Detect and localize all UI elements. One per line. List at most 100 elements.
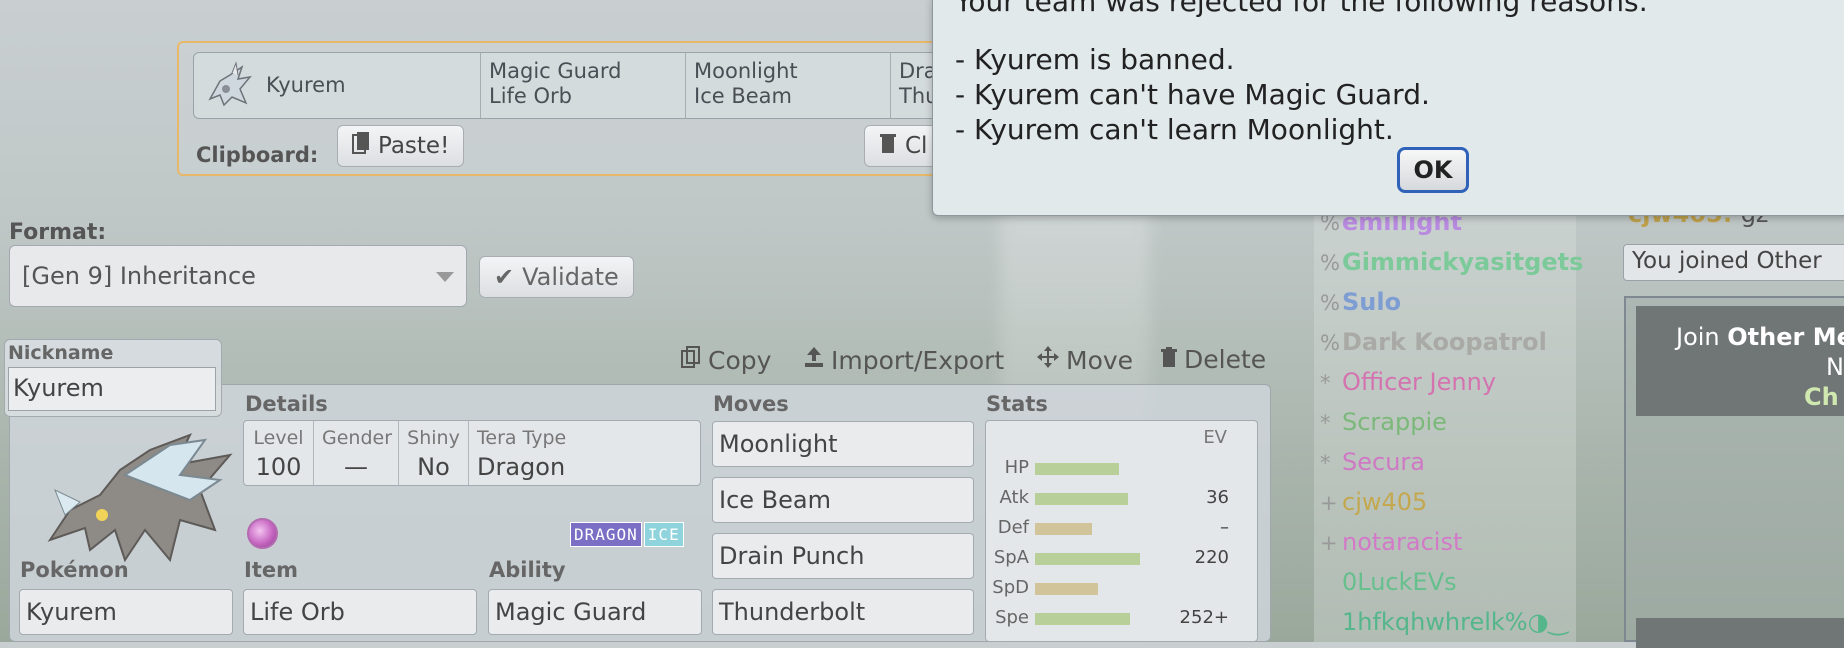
paste-button-label: Paste! [378,133,450,159]
trash-icon [1160,345,1178,374]
move-4-input[interactable]: Thunderbolt [712,589,974,635]
user-list-item[interactable]: * Officer Jenny [1320,368,1496,396]
type-dragon-badge: DRAGON [570,522,642,547]
moves-label: Moves [713,392,789,416]
shiny-cell: Shiny No [399,421,469,485]
move-2-input[interactable]: Ice Beam [712,477,974,523]
clipboard-set-row[interactable]: Kyurem Magic Guard Life Orb Moonlight Ic… [193,52,1003,119]
nickname-input[interactable]: Kyurem [8,367,216,411]
room-intro-box: Join Other Me N Ch [1624,296,1844,648]
user-list-item[interactable]: %Dark Koopatrol [1320,328,1547,356]
user-rank: * [1320,371,1331,395]
format-label: Format: [9,220,107,245]
user-rank: + [1320,531,1338,555]
life-orb-icon [247,518,278,549]
user-name: Gimmickyasitgets [1342,248,1584,276]
level-label: Level [253,427,304,449]
user-rank: % [1320,331,1340,355]
user-list-item[interactable]: * Secura [1320,448,1425,476]
clipboard-move: Ice Beam [694,84,792,108]
chevron-down-icon [436,272,454,282]
tera-value: Dragon [477,453,566,481]
room-intro-fragment: N [1826,353,1844,381]
shiny-value: No [417,453,450,481]
stat-row: Spe 252+ [986,607,1257,631]
user-rank: * [1320,451,1331,475]
user-rank: * [1320,411,1331,435]
stats-box[interactable]: EV HP Atk 36 Def – SpA 220 SpD Spe 252+ [985,420,1258,642]
stat-ev: 220 [1194,547,1229,568]
user-list-item[interactable]: + cjw405 [1320,488,1427,516]
clipboard-item: Life Orb [489,84,573,108]
paste-button[interactable]: Paste! [337,125,465,167]
kyurem-sprite [30,420,240,570]
trash-icon [879,132,897,160]
user-list-item[interactable]: %Sulo [1320,288,1401,316]
format-select[interactable]: [Gen 9] Inheritance [9,245,467,307]
user-list-item[interactable]: 0LuckEVs [1320,568,1457,596]
item-input[interactable]: Life Orb [243,589,477,635]
clipboard-icon [352,131,370,161]
stat-name: Def [997,517,1029,538]
move-3-input[interactable]: Drain Punch [712,533,974,579]
clipboard-move: Moonlight [694,59,798,83]
stat-name: Atk [999,487,1029,508]
user-list-item[interactable]: %Gimmickyasitgets [1320,248,1583,276]
stat-ev: – [1220,517,1229,538]
stat-bar [1035,463,1119,475]
copy-label: Copy [708,345,772,375]
user-rank: % [1320,251,1340,275]
dialog-reason: - Kyurem is banned. [955,43,1235,76]
level-cell: Level 100 [244,421,314,485]
stat-bar [1035,613,1130,625]
clipboard-ability-item: Magic Guard Life Orb [481,53,686,118]
validate-button[interactable]: ✔ Validate [479,256,634,298]
room-name: Other Me [1727,323,1844,351]
dialog-heading: Your team was rejected for the following… [955,0,1648,18]
delete-button[interactable]: Delete [1160,345,1266,374]
nickname-field-group: Nickname Kyurem [4,339,222,417]
room-join-text: Join [1676,323,1720,351]
clipboard-label: Clipboard: [196,143,319,167]
user-list-item[interactable]: 1hfkqhwhrelk%◑‿ [1320,608,1568,636]
details-label: Details [245,392,328,416]
copy-button[interactable]: Copy [680,345,771,375]
ability-input[interactable]: Magic Guard [488,589,702,635]
stat-name: SpD [992,577,1029,598]
user-rank: + [1320,491,1338,515]
type-ice-badge: ICE [643,522,684,547]
room-intro-header: Join Other Me N Ch [1636,306,1844,416]
gender-value: — [344,453,368,481]
kyurem-icon [202,59,256,113]
user-list-item[interactable]: * Scrappie [1320,408,1447,436]
stat-row: Atk 36 [986,487,1257,511]
details-box[interactable]: Level 100 Gender — Shiny No Tera Type Dr… [243,420,701,486]
move-button[interactable]: Move [1036,345,1133,375]
gender-label: Gender [322,427,393,449]
move-arrows-icon [1036,345,1060,375]
user-name: Sulo [1342,288,1402,316]
stat-bar [1035,523,1092,535]
gender-cell: Gender — [314,421,399,485]
ok-button[interactable]: OK [1397,147,1469,193]
nickname-label: Nickname [8,342,114,364]
tera-cell: Tera Type Dragon [469,421,574,485]
user-name: Scrappie [1342,408,1447,436]
import-export-label: Import/Export [831,345,1005,375]
stat-name: Spe [995,607,1029,628]
user-rank: % [1320,291,1340,315]
user-list-item[interactable]: + notaracist [1320,528,1462,556]
pokemon-input[interactable]: Kyurem [19,589,233,635]
item-label: Item [244,558,298,582]
user-name: cjw405 [1342,488,1428,516]
clear-button-label: Cl [905,133,928,159]
upload-icon [803,345,825,375]
move-label: Move [1066,345,1134,375]
move-1-input[interactable]: Moonlight [712,421,974,467]
shiny-label: Shiny [407,427,460,449]
stat-ev: 252+ [1179,607,1229,628]
user-name: Officer Jenny [1342,368,1497,396]
import-export-button[interactable]: Import/Export [803,345,1004,375]
validate-button-label: Validate [522,263,619,291]
dialog-reason: - Kyurem can't learn Moonlight. [955,113,1394,146]
